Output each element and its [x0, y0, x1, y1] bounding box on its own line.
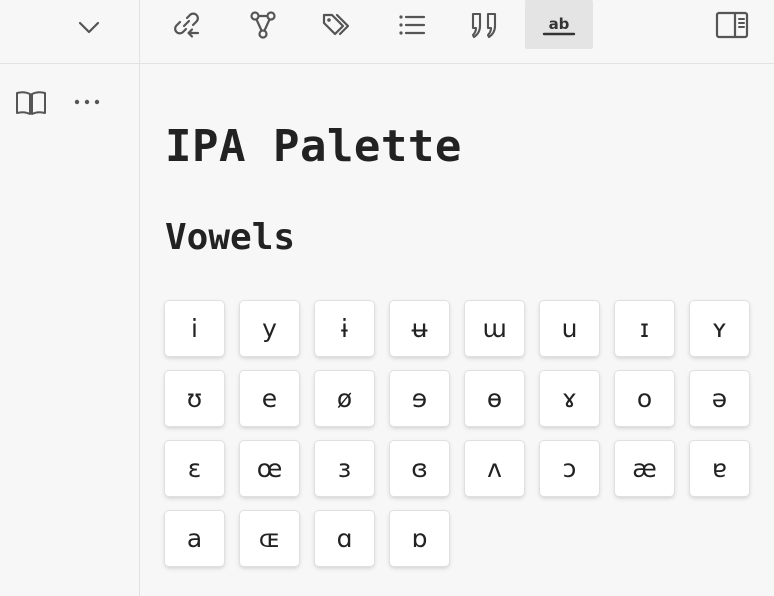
- vowel-key[interactable]: œ: [240, 441, 299, 496]
- vowel-key[interactable]: ɨ: [315, 301, 374, 356]
- left-panel-header: [0, 0, 140, 64]
- toolbar: ab: [140, 0, 774, 64]
- vowel-key[interactable]: ɤ: [540, 371, 599, 426]
- backlinks-icon: [174, 12, 200, 38]
- list-button[interactable]: [378, 0, 446, 49]
- sidebar-toggle-button[interactable]: [698, 0, 766, 49]
- editor-content: IPA Palette Vowels i y ɨ ʉ ɯ u ɪ ʏ ʊ e ø…: [141, 65, 774, 596]
- graph-icon: [250, 10, 276, 39]
- tags-button[interactable]: [303, 0, 371, 49]
- vowel-key[interactable]: ɶ: [240, 511, 299, 566]
- vowel-key[interactable]: ɛ: [165, 441, 224, 496]
- quote-icon: [471, 12, 497, 38]
- quote-button[interactable]: [451, 0, 519, 49]
- left-sidebar: [0, 64, 140, 596]
- vowel-key[interactable]: æ: [615, 441, 674, 496]
- vowel-key[interactable]: ʉ: [390, 301, 449, 356]
- vowel-key[interactable]: e: [240, 371, 299, 426]
- text-format-icon: ab: [542, 15, 576, 35]
- vowel-key[interactable]: a: [165, 511, 224, 566]
- vowel-key[interactable]: ɒ: [390, 511, 449, 566]
- more-icon: [74, 99, 100, 105]
- page-title: IPA Palette: [165, 121, 462, 172]
- vowel-key[interactable]: ʊ: [165, 371, 224, 426]
- vowel-key[interactable]: ɵ: [465, 371, 524, 426]
- vowel-key[interactable]: u: [540, 301, 599, 356]
- vowel-key[interactable]: ɑ: [315, 511, 374, 566]
- vowel-key[interactable]: ɪ: [615, 301, 674, 356]
- vowel-key[interactable]: ɘ: [390, 371, 449, 426]
- vowel-key[interactable]: i: [165, 301, 224, 356]
- sidebar-toggle-icon: [715, 11, 749, 38]
- vowel-key[interactable]: ʌ: [465, 441, 524, 496]
- vowel-key[interactable]: ə: [690, 371, 749, 426]
- vowel-key[interactable]: ɯ: [465, 301, 524, 356]
- vowel-key-grid: i y ɨ ʉ ɯ u ɪ ʏ ʊ e ø ɘ ɵ ɤ o ə ɛ œ ɜ ɞ …: [165, 301, 749, 566]
- section-heading-vowels: Vowels: [165, 217, 296, 258]
- vowel-key[interactable]: ɜ: [315, 441, 374, 496]
- vowel-key[interactable]: ʏ: [690, 301, 749, 356]
- vowel-key[interactable]: ɞ: [390, 441, 449, 496]
- vowel-key[interactable]: y: [240, 301, 299, 356]
- vowel-key[interactable]: ø: [315, 371, 374, 426]
- text-format-button[interactable]: ab: [525, 0, 593, 49]
- backlinks-button[interactable]: [153, 0, 221, 49]
- vowel-key[interactable]: o: [615, 371, 674, 426]
- svg-text:ab: ab: [549, 15, 570, 33]
- vowel-key[interactable]: ɔ: [540, 441, 599, 496]
- list-icon: [399, 14, 426, 35]
- graph-button[interactable]: [229, 0, 297, 49]
- collapse-chevron-icon[interactable]: [76, 14, 102, 40]
- book-icon: [16, 91, 46, 115]
- reading-view-button[interactable]: [14, 85, 48, 119]
- more-options-button[interactable]: [70, 85, 104, 119]
- vowel-key[interactable]: ɐ: [690, 441, 749, 496]
- tags-icon: [322, 13, 350, 35]
